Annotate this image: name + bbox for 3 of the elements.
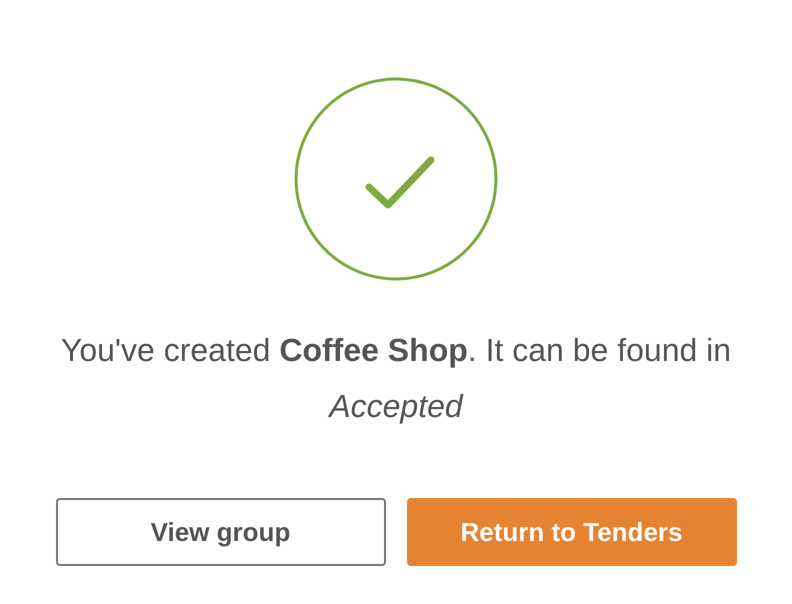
view-group-button[interactable]: View group	[56, 498, 386, 566]
confirmation-message: You've created Coffee Shop. It can be found in Accepted	[60, 331, 732, 426]
checkmark-circle-icon	[293, 76, 499, 282]
